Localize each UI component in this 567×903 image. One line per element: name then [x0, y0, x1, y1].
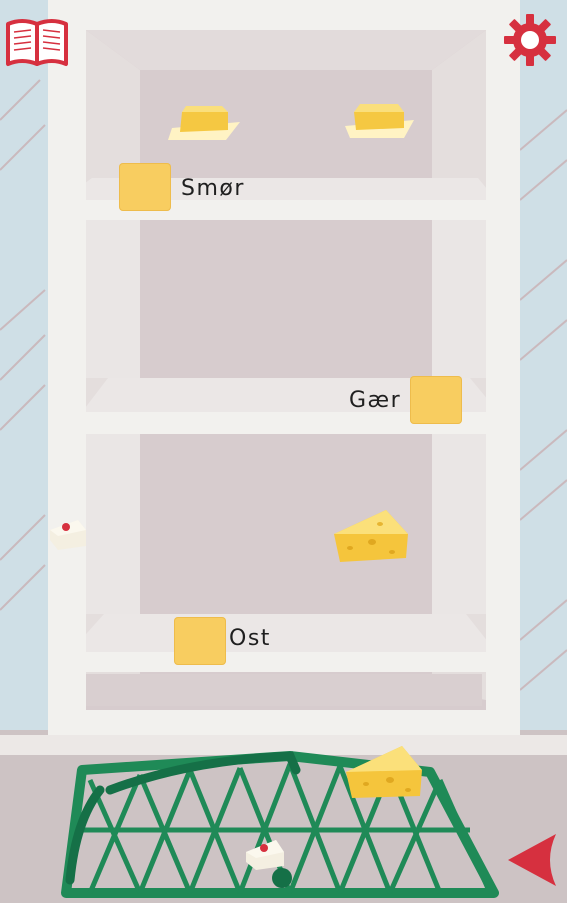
butter-item[interactable]	[343, 102, 417, 140]
cheese-item[interactable]	[330, 506, 412, 566]
right-mid-wall	[432, 220, 486, 378]
left-low-wall	[86, 434, 140, 614]
drop-slot-ost[interactable]	[174, 617, 226, 665]
left-mid-wall	[86, 220, 140, 378]
shelf-label-smor: Smør	[181, 176, 245, 201]
gear-icon	[504, 14, 556, 66]
shelf-label-ost: Ost	[229, 626, 271, 651]
recipe-book-button[interactable]	[4, 16, 70, 68]
right-post	[486, 30, 520, 730]
game-scene	[0, 0, 567, 903]
cheese-item-in-basket[interactable]	[342, 742, 426, 802]
shelf-label-gaer: Gær	[349, 388, 402, 413]
top-inner-wall	[86, 30, 486, 70]
yeast-item[interactable]	[46, 516, 90, 554]
open-book-icon	[6, 19, 68, 66]
butter-item[interactable]	[166, 104, 242, 142]
back-arrow-icon	[508, 834, 556, 886]
settings-button[interactable]	[502, 12, 558, 68]
shelf-bottom	[70, 614, 496, 672]
drop-slot-gaer[interactable]	[410, 376, 462, 424]
drop-slot-smor[interactable]	[119, 163, 171, 211]
left-post	[48, 30, 86, 730]
right-low-wall	[432, 434, 486, 614]
yeast-item-in-basket[interactable]	[242, 836, 288, 874]
back-button[interactable]	[504, 830, 560, 890]
fridge-interior	[86, 30, 486, 710]
drawer-gap	[82, 674, 482, 706]
